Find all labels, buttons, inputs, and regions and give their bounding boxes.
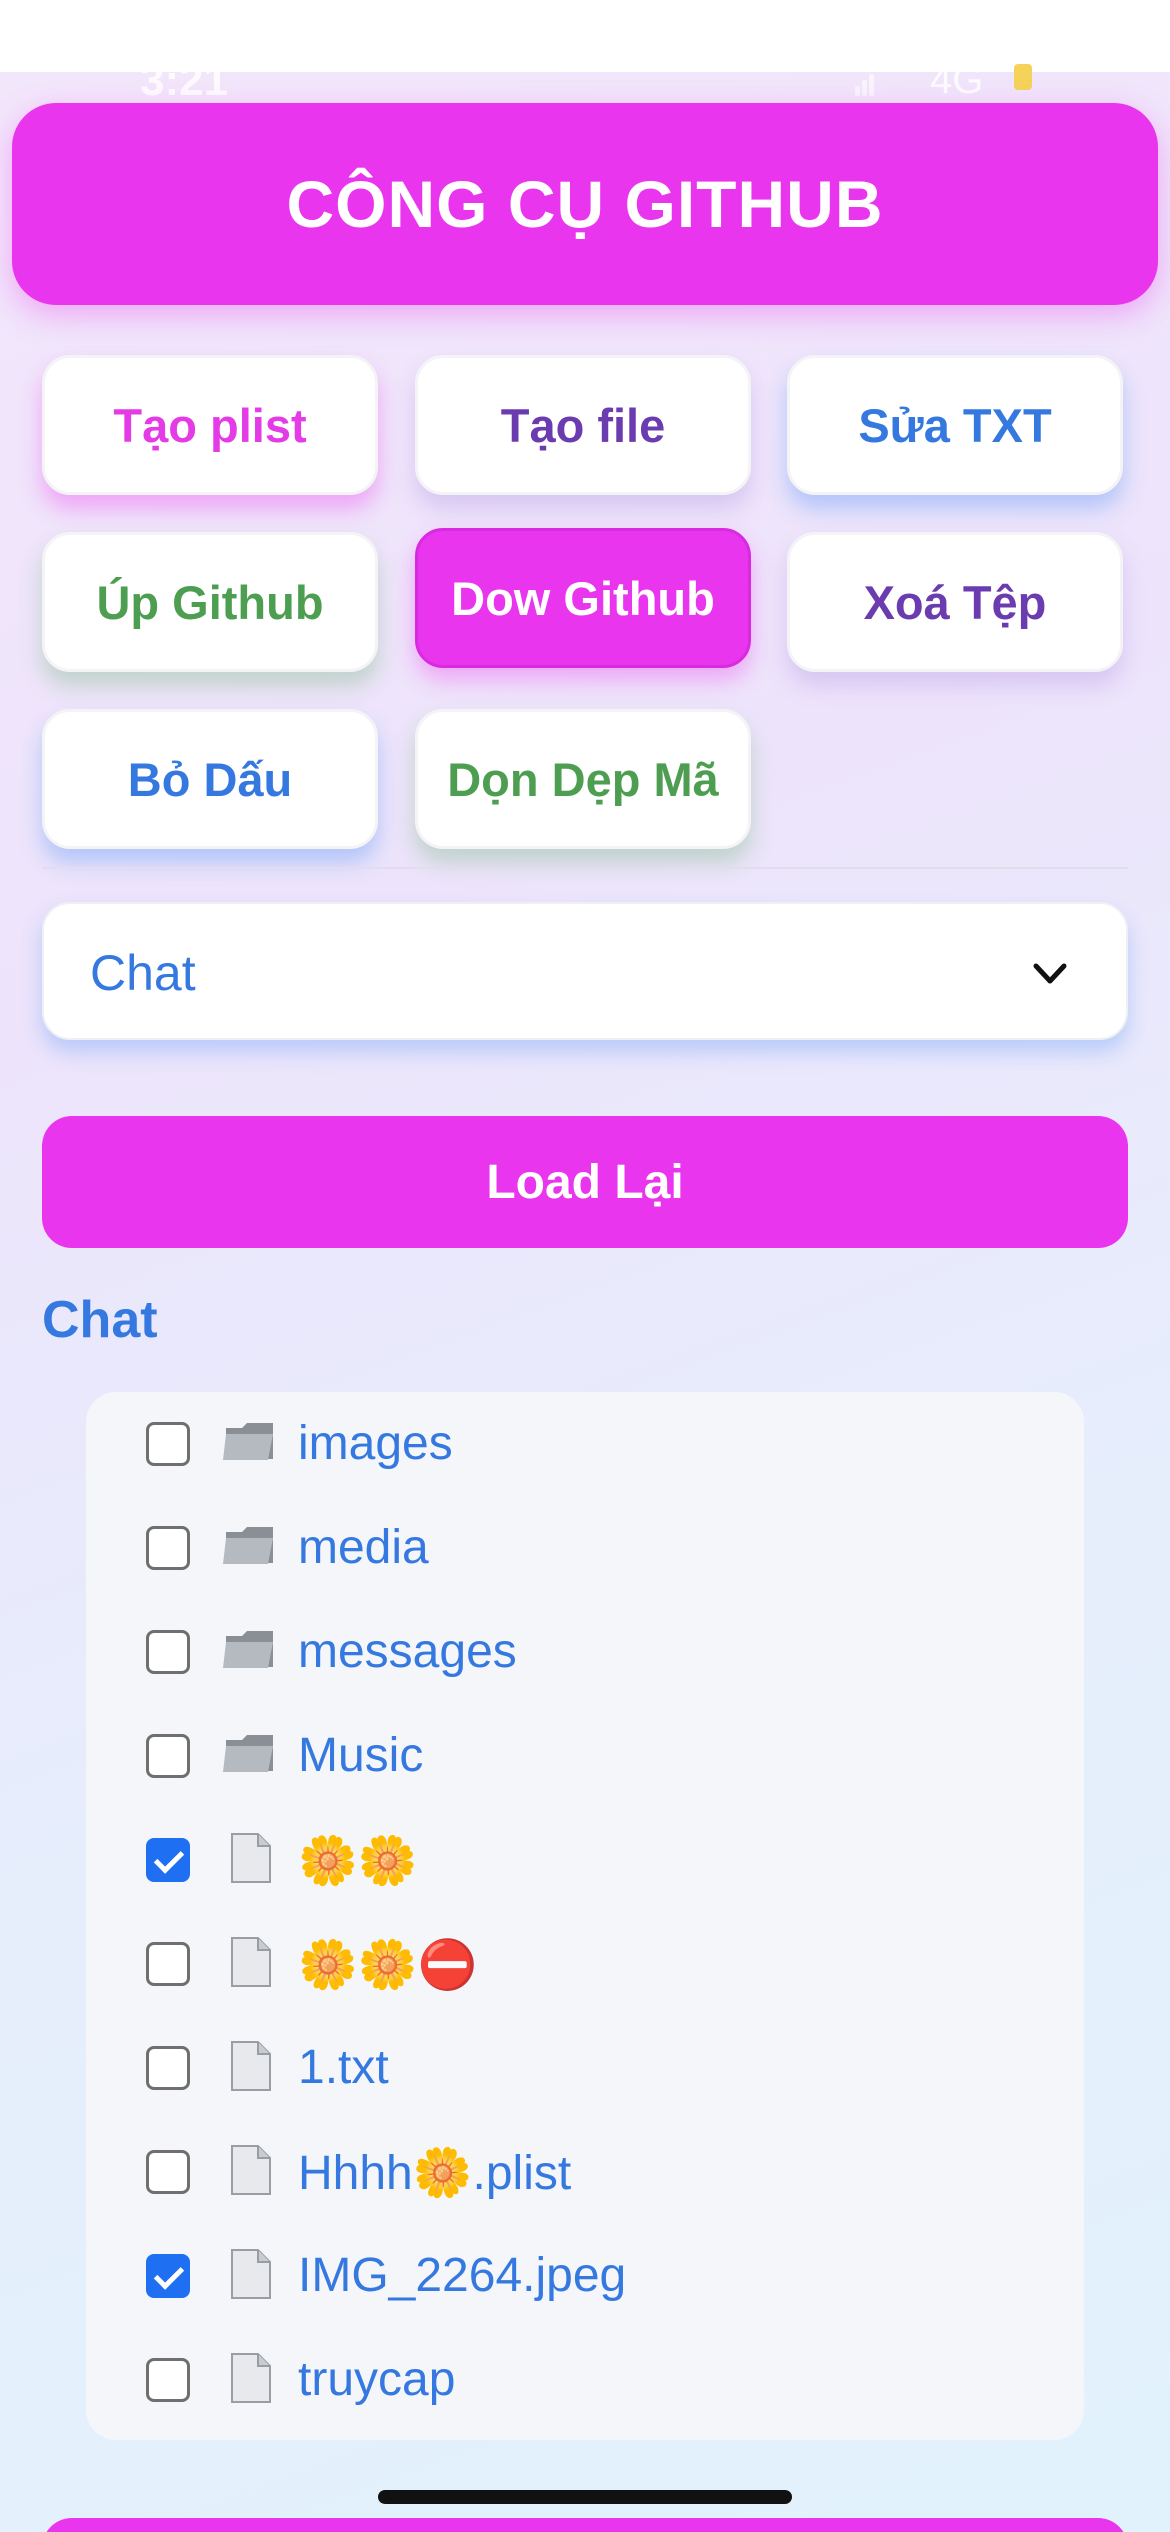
file-icon: [231, 2353, 271, 2403]
bottom-action-button[interactable]: [0, 2518, 1170, 2532]
file-icon: [231, 2145, 271, 2195]
file-icon: [231, 2041, 271, 2091]
list-item[interactable]: images: [86, 1392, 1084, 1496]
app-header: CÔNG CỤ GITHUB: [12, 103, 1158, 305]
list-item[interactable]: IMG_2264.jpeg: [86, 2224, 1084, 2328]
file-name[interactable]: messages: [298, 1624, 517, 1679]
folder-icon: [223, 1735, 273, 1772]
remove-accents-button[interactable]: Bỏ Dấu: [42, 709, 378, 849]
list-item[interactable]: 🌼🌼: [86, 1808, 1084, 1912]
file-icon: [231, 2249, 271, 2299]
edit-txt-button[interactable]: Sửa TXT: [787, 355, 1123, 495]
list-item[interactable]: media: [86, 1496, 1084, 1600]
file-name[interactable]: Music: [298, 1728, 423, 1783]
checkbox-checked[interactable]: [146, 2254, 190, 2298]
file-name[interactable]: truycap: [298, 2352, 455, 2407]
page-title: CÔNG CỤ GITHUB: [286, 167, 884, 241]
list-item[interactable]: 1.txt: [86, 2016, 1084, 2120]
create-plist-button[interactable]: Tạo plist: [42, 355, 378, 495]
checkbox-checked[interactable]: [146, 1838, 190, 1882]
signal-icon: [855, 62, 879, 96]
checkbox[interactable]: [146, 2046, 190, 2090]
folder-icon: [223, 1423, 273, 1460]
checkbox[interactable]: [146, 2150, 190, 2194]
repo-select[interactable]: Chat: [42, 902, 1128, 1040]
status-bar: 3:21 4G: [0, 56, 1170, 105]
chevron-down-icon: [1033, 963, 1067, 984]
status-time: 3:21: [140, 56, 229, 105]
list-item[interactable]: messages: [86, 1600, 1084, 1704]
folder-icon: [223, 1527, 273, 1564]
file-icon: [231, 1833, 271, 1883]
checkbox[interactable]: [146, 1942, 190, 1986]
file-name[interactable]: 1.txt: [298, 2040, 389, 2095]
folder-icon: [223, 1631, 273, 1668]
create-file-button[interactable]: Tạo file: [415, 355, 751, 495]
section-title: Chat: [42, 1291, 158, 1349]
divider: [42, 867, 1128, 869]
upload-github-button[interactable]: Úp Github: [42, 532, 378, 672]
home-indicator: [378, 2490, 792, 2504]
file-list: images media messages Music 🌼🌼 🌼🌼⛔ 1.txt…: [86, 1392, 1084, 2440]
file-name[interactable]: Hhhh🌼.plist: [298, 2144, 571, 2201]
download-github-button[interactable]: Dow Github: [415, 528, 751, 668]
list-item[interactable]: truycap: [86, 2328, 1084, 2432]
file-name[interactable]: images: [298, 1416, 453, 1471]
network-label: 4G: [930, 58, 984, 102]
checkbox[interactable]: [146, 1422, 190, 1466]
file-name[interactable]: 🌼🌼⛔: [298, 1936, 477, 1993]
checkbox[interactable]: [146, 2358, 190, 2402]
checkbox[interactable]: [146, 1734, 190, 1778]
file-name[interactable]: 🌼🌼: [298, 1832, 418, 1889]
reload-button[interactable]: Load Lại: [42, 1116, 1128, 1248]
delete-file-button[interactable]: Xoá Tệp: [787, 532, 1123, 672]
list-item[interactable]: Music: [86, 1704, 1084, 1808]
clean-code-button[interactable]: Dọn Dẹp Mã: [415, 709, 751, 849]
repo-select-value: Chat: [90, 945, 196, 1001]
battery-icon: [1014, 64, 1032, 90]
checkbox[interactable]: [146, 1630, 190, 1674]
list-item[interactable]: Hhhh🌼.plist: [86, 2120, 1084, 2224]
file-name[interactable]: IMG_2264.jpeg: [298, 2248, 626, 2303]
file-icon: [231, 1937, 271, 1987]
file-name[interactable]: media: [298, 1520, 429, 1575]
checkbox[interactable]: [146, 1526, 190, 1570]
list-item[interactable]: 🌼🌼⛔: [86, 1912, 1084, 2016]
